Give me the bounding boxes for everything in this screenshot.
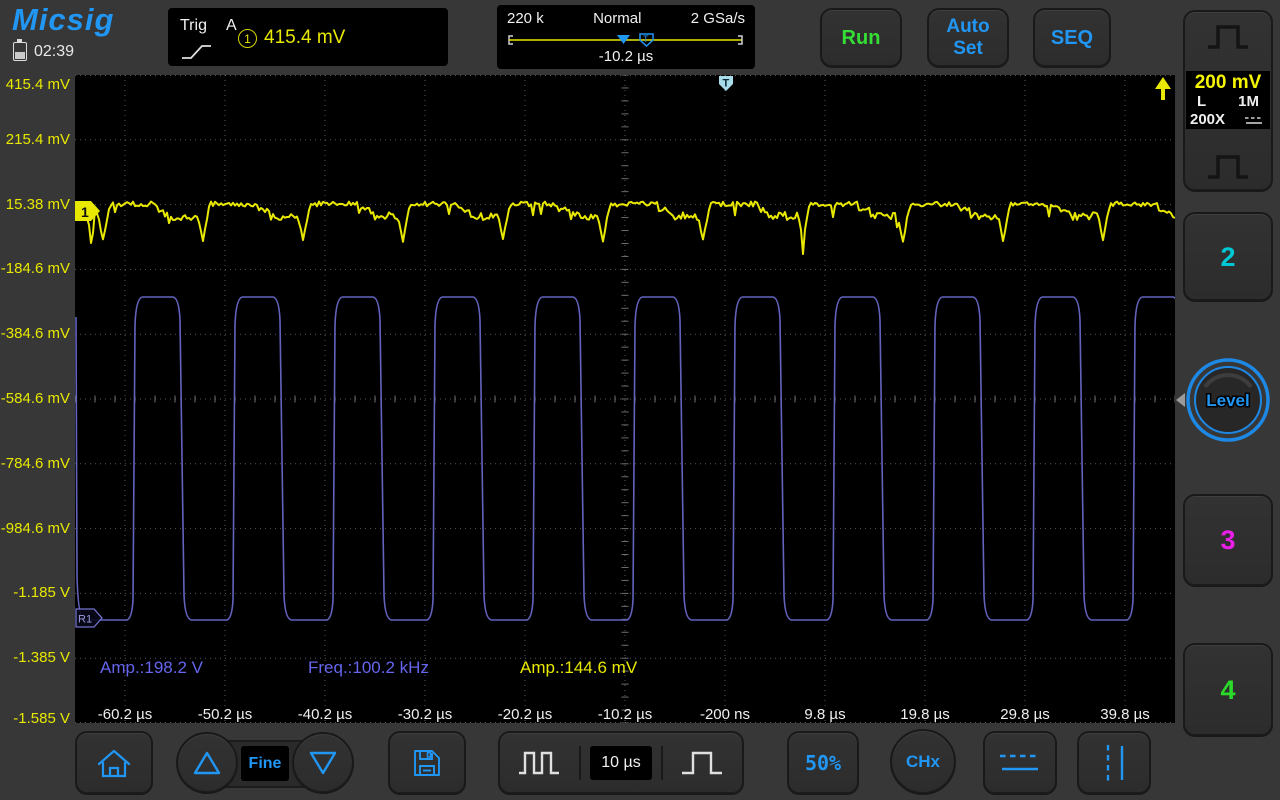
- measurement-readout: Freq.:100.2 kHz: [308, 658, 429, 677]
- voltage-label: 415.4 mV: [5, 76, 70, 93]
- adjust-down-button[interactable]: [292, 732, 354, 794]
- time-label: -20.2 µs: [497, 706, 553, 723]
- pulse-icon: [1208, 25, 1248, 49]
- waveform-display[interactable]: 1 R1 T Amp.:198.2 V Freq.:100.2 kHz Amp.:144…: [75, 75, 1175, 723]
- channel-1-scale: 200 mV: [1194, 72, 1262, 93]
- status-clock-row: 02:39: [13, 39, 75, 61]
- svg-text:T: T: [723, 78, 730, 90]
- voltage-label: -784.6 mV: [0, 454, 70, 472]
- time-label: -40.2 µs: [297, 706, 353, 723]
- right-control-sidebar: 200 mV L 1M 200X 2 Level 3 4: [1175, 0, 1280, 800]
- sample-rate: 2 GSa/s: [690, 10, 745, 27]
- pulse-icon: [1208, 155, 1248, 179]
- brand-logo: Micsig: [12, 2, 115, 37]
- channel-1-button[interactable]: 200 mV L 1M 200X: [1183, 10, 1273, 192]
- auto-set-button[interactable]: Auto Set: [927, 8, 1009, 68]
- trigger-label: Trig: [180, 17, 207, 34]
- channel-1-impedance: 1M: [1238, 93, 1259, 110]
- time-label: 29.8 µs: [1000, 706, 1050, 723]
- channel-1-info-box: 200 mV L 1M 200X: [1186, 71, 1270, 129]
- ch1-waveform-trace: [75, 200, 1175, 255]
- voltage-label: 15.38 mV: [5, 195, 70, 213]
- time-label: -60.2 µs: [97, 706, 153, 723]
- graticule: [75, 75, 1175, 723]
- double-pulse-icon: [518, 751, 559, 775]
- voltage-label: -1.185 V: [13, 584, 70, 602]
- channel-1-bandwidth: L: [1197, 93, 1207, 110]
- timebase-slower-button[interactable]: [500, 748, 579, 778]
- reference-position-marker: R1: [75, 608, 103, 628]
- timebase-group: 10 µs: [498, 731, 744, 795]
- channel-1-probe: 200X: [1190, 111, 1226, 128]
- measurement-readout: Amp.:144.6 mV: [520, 658, 638, 677]
- dc-coupling-icon: [1245, 117, 1263, 124]
- level-knob-label: Level: [1206, 391, 1249, 410]
- fine-mode-indicator[interactable]: Fine: [241, 746, 289, 781]
- time-label: 9.8 µs: [804, 706, 846, 723]
- single-pulse-icon: [682, 751, 723, 775]
- memory-depth: 220 k: [507, 10, 544, 27]
- acquisition-panel[interactable]: 220 k Normal 2 GSa/s T -10.2 µs: [497, 5, 755, 69]
- triangle-down-icon: [309, 751, 337, 775]
- vertical-cursors-button[interactable]: [1077, 731, 1151, 795]
- voltage-label: -984.6 mV: [0, 519, 70, 537]
- save-icon: [414, 750, 440, 776]
- channel-2-button[interactable]: 2: [1183, 212, 1273, 302]
- horizontal-cursors-button[interactable]: [983, 731, 1057, 795]
- adjust-up-button[interactable]: [176, 732, 238, 794]
- vertical-cursors-icon: [1106, 745, 1124, 781]
- trigger-level-value: 415.4 mV: [264, 27, 346, 48]
- channel-4-button[interactable]: 4: [1183, 643, 1273, 737]
- channel-1-badge: 1: [238, 29, 257, 48]
- home-icon: [97, 749, 131, 778]
- time-label: 19.8 µs: [900, 706, 950, 723]
- trigger-mode-normal: Normal: [593, 10, 642, 27]
- oscilloscope-screen: Micsig 02:39 Trig A 1 415.4 mV 220 k Nor…: [0, 0, 1280, 800]
- horizontal-position-value: -10.2 µs: [598, 48, 654, 65]
- trigger-level-offscreen-arrow: [1155, 77, 1171, 100]
- measurement-readout: Amp.:198.2 V: [100, 658, 204, 677]
- level-indicator-arrow: [1176, 393, 1185, 407]
- seq-button[interactable]: SEQ: [1033, 8, 1111, 68]
- svg-text:R1: R1: [78, 614, 92, 626]
- trigger-time-marker: T: [719, 76, 733, 91]
- svg-text:1: 1: [81, 204, 89, 220]
- time-label: -10.2 µs: [597, 706, 653, 723]
- time-label: -200 ns: [699, 706, 751, 723]
- triangle-up-icon: [193, 751, 221, 775]
- run-button[interactable]: Run: [820, 8, 902, 68]
- voltage-label: -584.6 mV: [0, 390, 70, 407]
- time-label: -50.2 µs: [197, 706, 253, 723]
- timebase-faster-button[interactable]: [663, 748, 742, 778]
- timebase-value-cell[interactable]: 10 µs: [579, 746, 663, 780]
- fifty-percent-button[interactable]: 50%: [787, 731, 859, 795]
- voltage-label: -184.6 mV: [0, 260, 70, 278]
- voltage-label: -1.585 V: [13, 710, 70, 727]
- voltage-label: -384.6 mV: [0, 325, 70, 343]
- voltage-label: -1.385 V: [13, 649, 70, 667]
- graticule-and-traces: 1 R1 T: [75, 75, 1175, 723]
- trigger-status-panel[interactable]: Trig A 1 415.4 mV: [168, 8, 448, 66]
- home-button[interactable]: [75, 731, 153, 795]
- rising-edge-icon: [182, 45, 211, 59]
- horizontal-cursors-icon: [1000, 754, 1040, 771]
- channel-select-button[interactable]: CHx: [890, 729, 956, 795]
- channel-1-position-marker: 1: [75, 201, 100, 221]
- time-label: 39.8 µs: [1100, 706, 1150, 723]
- battery-icon: [13, 39, 27, 61]
- memory-position-bar[interactable]: T: [497, 32, 755, 48]
- save-button[interactable]: [388, 731, 466, 795]
- time-label: -30.2 µs: [397, 706, 453, 723]
- channel-3-button[interactable]: 3: [1183, 494, 1273, 587]
- level-knob[interactable]: Level: [1183, 355, 1273, 445]
- svg-text:T: T: [643, 34, 649, 44]
- timebase-value: 10 µs: [589, 746, 652, 780]
- voltage-label: 215.4 mV: [5, 130, 70, 148]
- clock-text: 02:39: [34, 42, 75, 60]
- trigger-mode: A: [226, 17, 237, 34]
